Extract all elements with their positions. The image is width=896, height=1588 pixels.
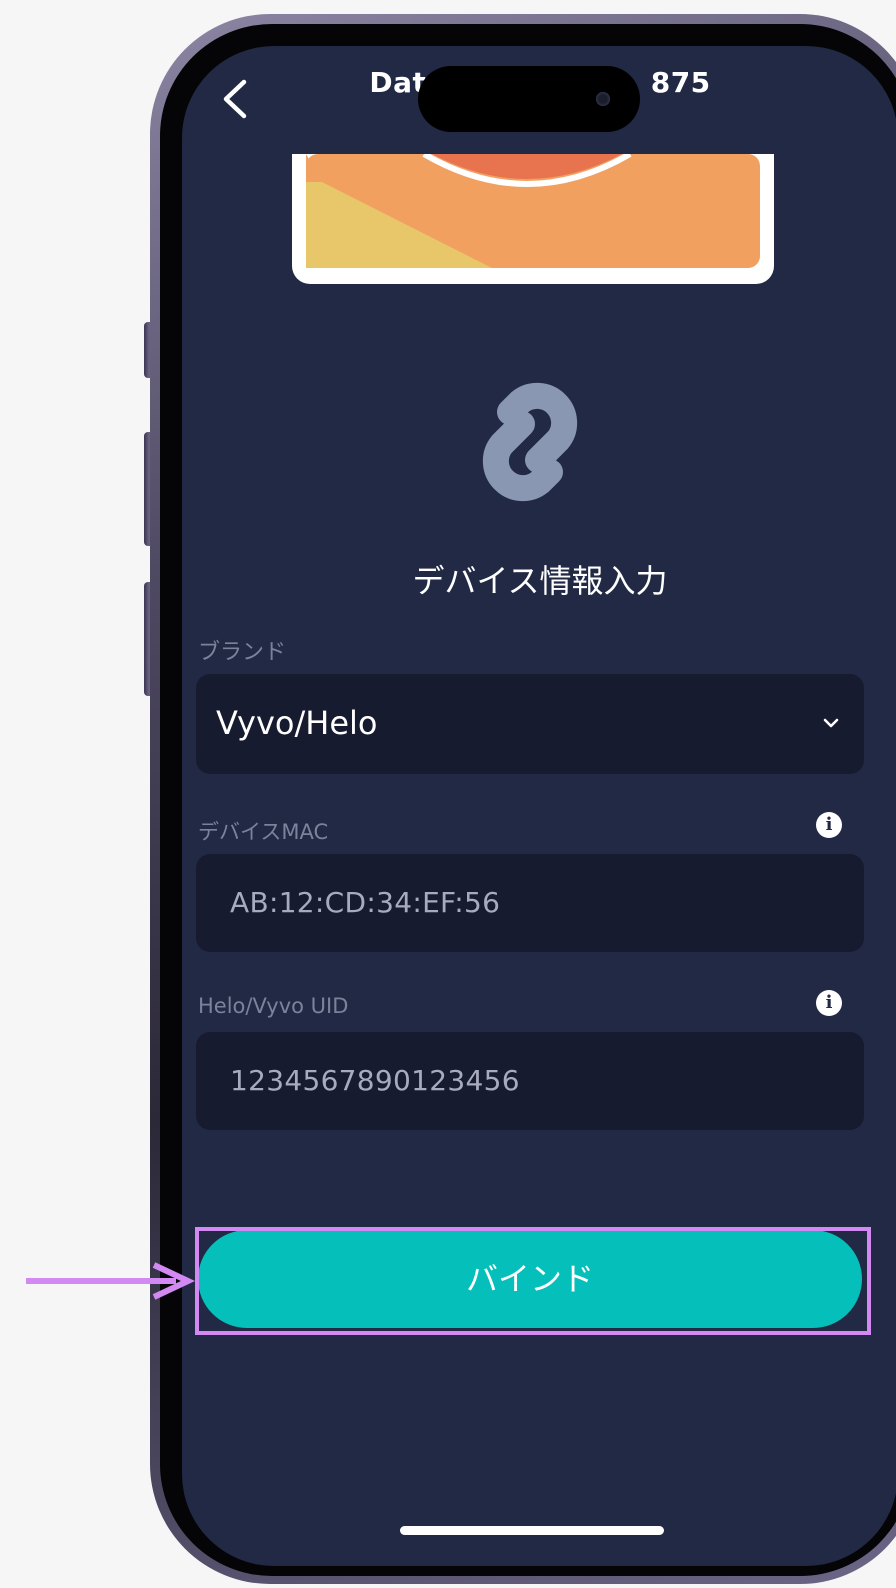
link-chain-icon [482, 382, 578, 502]
info-icon[interactable]: i [816, 990, 842, 1016]
brand-select[interactable]: Vyvo/Helo [196, 674, 864, 774]
highlight-box [195, 1227, 871, 1335]
card-artwork [306, 154, 760, 268]
brand-label: ブランド [198, 640, 287, 665]
device-mac-placeholder: AB:12:CD:34:EF:56 [230, 886, 501, 919]
info-icon[interactable]: i [816, 812, 842, 838]
uid-input[interactable]: 1234567890123456 [196, 1032, 864, 1130]
dynamic-island [418, 66, 640, 132]
device-mac-label: デバイスMAC [198, 820, 329, 844]
form-title: デバイス情報入力 [412, 562, 668, 600]
arrow-right-icon [26, 1262, 196, 1300]
chevron-left-icon [223, 79, 247, 119]
brand-select-value: Vyvo/Helo [216, 704, 378, 742]
chevron-down-icon [823, 718, 839, 728]
uid-placeholder: 1234567890123456 [230, 1064, 520, 1097]
page: Data 875 デバイス情報入力 ブランド Vyvo/Helo デバイスMAC… [0, 0, 896, 1588]
camera-icon [596, 92, 610, 106]
device-card-illustration [292, 154, 774, 284]
device-mac-input[interactable]: AB:12:CD:34:EF:56 [196, 854, 864, 952]
back-button[interactable] [214, 74, 258, 124]
home-indicator [400, 1526, 664, 1535]
uid-label: Helo/Vyvo UID [198, 994, 349, 1018]
app-screen: Data 875 デバイス情報入力 ブランド Vyvo/Helo デバイスMAC… [182, 46, 896, 1566]
